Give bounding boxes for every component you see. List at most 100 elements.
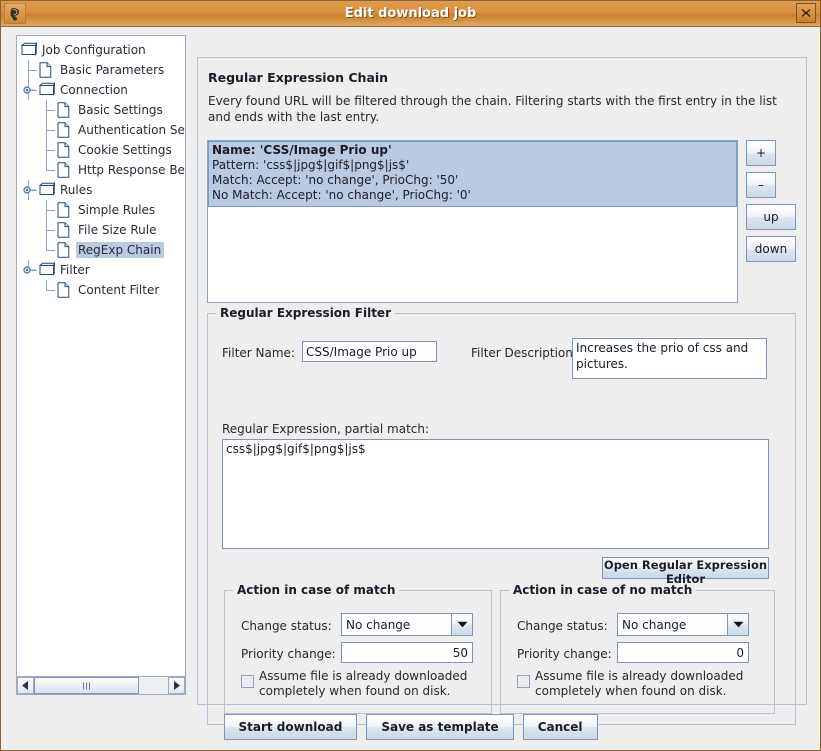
chevron-down-icon[interactable] — [727, 614, 748, 635]
app-swirl-icon — [4, 3, 26, 24]
folder-icon — [21, 42, 37, 58]
window-body: Job Configuration Basic Parameters Connect… — [1, 27, 820, 750]
folder-icon — [39, 182, 55, 198]
regex-label: Regular Expression, partial match: — [222, 422, 430, 436]
file-icon — [39, 62, 55, 78]
nomatch-assume-downloaded-label: Assume file is already downloaded comple… — [535, 669, 744, 698]
tree-expand-handle[interactable] — [21, 260, 37, 280]
move-down-button[interactable]: down — [746, 236, 796, 262]
match-assume-downloaded-label: Assume file is already downloaded comple… — [259, 669, 468, 698]
tree-item-label: File Size Rule — [78, 223, 157, 237]
filter-name-label: Filter Name: — [222, 346, 295, 360]
tree-item-label: Filter — [60, 263, 90, 277]
match-priority-input[interactable] — [341, 642, 473, 663]
file-icon — [57, 162, 73, 178]
file-icon — [57, 142, 73, 158]
chevron-down-icon[interactable] — [451, 614, 472, 635]
match-priority-label: Priority change: — [241, 647, 336, 661]
tree-item-filter[interactable]: Filter — [17, 260, 185, 280]
start-download-button[interactable]: Start download — [223, 714, 358, 740]
nomatch-assume-downloaded-checkbox[interactable] — [517, 675, 530, 688]
configuration-tree-panel: Job Configuration Basic Parameters Connect… — [16, 35, 186, 695]
page-title: Regular Expression Chain — [208, 70, 389, 85]
chain-item-nomatch: No Match: Accept: 'no change', PrioChg: … — [212, 188, 471, 202]
tree-item-label: Rules — [60, 183, 93, 197]
tree-item-label: Content Filter — [78, 283, 160, 297]
tree-item-rules[interactable]: Rules — [17, 180, 185, 200]
tree-expand-handle[interactable] — [21, 180, 37, 200]
filter-description-input[interactable] — [572, 338, 767, 379]
save-as-template-button[interactable]: Save as template — [366, 714, 514, 740]
arrow-left-icon[interactable] — [17, 677, 34, 694]
tree-item-job-configuration[interactable]: Job Configuration — [17, 40, 185, 60]
tree-item-cookie-settings[interactable]: Cookie Settings — [17, 140, 185, 160]
chain-item-pattern: Pattern: 'css$|jpg$|gif$|png$|js$' — [212, 158, 410, 172]
file-icon — [57, 202, 73, 218]
scrollbar-thumb[interactable] — [34, 677, 139, 694]
tree-expand-handle[interactable] — [21, 80, 37, 100]
tree-scroll-area[interactable]: Job Configuration Basic Parameters Connect… — [17, 36, 185, 676]
tree-item-label: Cookie Settings — [78, 143, 172, 157]
filter-name-input[interactable] — [302, 341, 437, 362]
match-change-status-value: No change — [342, 614, 451, 635]
group-title: Action in case of match — [233, 583, 400, 597]
chain-list-item[interactable]: Name: 'CSS/Image Prio up' Pattern: 'css$… — [208, 141, 737, 207]
match-assume-downloaded-checkbox[interactable] — [241, 675, 254, 688]
move-up-button[interactable]: up — [746, 204, 796, 230]
remove-entry-button[interactable]: – — [746, 172, 776, 198]
file-icon — [57, 282, 73, 298]
page-description: Every found URL will be filtered through… — [208, 94, 777, 124]
tree-horizontal-scrollbar[interactable] — [17, 676, 185, 694]
nomatch-change-status-select[interactable]: No change — [617, 613, 749, 636]
edit-download-job-window: Edit download job Job Configuration Basic… — [0, 0, 821, 751]
match-change-status-label: Change status: — [241, 619, 332, 633]
scrollbar-track[interactable] — [34, 677, 168, 694]
folder-icon — [39, 82, 55, 98]
regex-input[interactable] — [222, 439, 769, 549]
tree-item-basic-settings[interactable]: Basic Settings — [17, 100, 185, 120]
tree-item-simple-rules[interactable]: Simple Rules — [17, 200, 185, 220]
file-icon — [57, 242, 73, 258]
open-regex-editor-button[interactable]: Open Regular Expression Editor — [602, 557, 769, 586]
regexp-chain-panel: Regular Expression Chain Every found URL… — [197, 57, 807, 725]
file-icon — [57, 122, 73, 138]
arrow-right-icon[interactable] — [168, 677, 185, 694]
group-title: Action in case of no match — [509, 583, 697, 597]
cancel-button[interactable]: Cancel — [522, 714, 598, 740]
tree-item-content-filter[interactable]: Content Filter — [17, 280, 185, 300]
regular-expression-filter-group: Regular Expression Filter Filter Name: F… — [207, 306, 796, 725]
title-bar: Edit download job — [1, 1, 820, 27]
tree-item-regexp-chain[interactable]: RegExp Chain — [17, 240, 185, 260]
chain-item-match: Match: Accept: 'no change', PrioChg: '50… — [212, 173, 459, 187]
tree-item-label: Simple Rules — [78, 203, 156, 217]
tree-item-label: Connection — [60, 83, 128, 97]
nomatch-assume-downloaded-row[interactable]: Assume file is already downloaded comple… — [517, 669, 757, 699]
nomatch-change-status-label: Change status: — [517, 619, 608, 633]
tree-item-authentication-settings[interactable]: Authentication Settings — [17, 120, 185, 140]
tree-item-http-response-behaviour[interactable]: Http Response Behaviour — [17, 160, 185, 180]
tree-item-basic-parameters[interactable]: Basic Parameters — [17, 60, 185, 80]
folder-icon — [39, 262, 55, 278]
file-icon — [57, 222, 73, 238]
close-icon[interactable] — [796, 3, 816, 23]
nomatch-priority-input[interactable] — [617, 642, 749, 663]
nomatch-change-status-value: No change — [618, 614, 727, 635]
configuration-tree: Job Configuration Basic Parameters Connect… — [17, 36, 185, 300]
group-title: Regular Expression Filter — [216, 306, 395, 320]
match-assume-downloaded-row[interactable]: Assume file is already downloaded comple… — [241, 669, 481, 699]
tree-item-label: Basic Parameters — [60, 63, 165, 77]
nomatch-priority-label: Priority change: — [517, 647, 612, 661]
filter-description-label: Filter Description: — [471, 346, 577, 360]
action-match-group: Action in case of match Change status: N… — [224, 583, 492, 714]
tree-item-label: Job Configuration — [42, 43, 146, 57]
add-entry-button[interactable]: + — [746, 140, 776, 166]
chain-list[interactable]: Name: 'CSS/Image Prio up' Pattern: 'css$… — [207, 140, 738, 303]
match-change-status-select[interactable]: No change — [341, 613, 473, 636]
action-nomatch-group: Action in case of no match Change status… — [500, 583, 775, 714]
tree-item-label: RegExp Chain — [76, 242, 165, 258]
window-title: Edit download job — [344, 6, 477, 21]
chain-list-buttons: + – up down — [746, 140, 796, 268]
chain-item-name: Name: 'CSS/Image Prio up' — [212, 143, 392, 157]
tree-item-connection[interactable]: Connection — [17, 80, 185, 100]
tree-item-file-size-rule[interactable]: File Size Rule — [17, 220, 185, 240]
